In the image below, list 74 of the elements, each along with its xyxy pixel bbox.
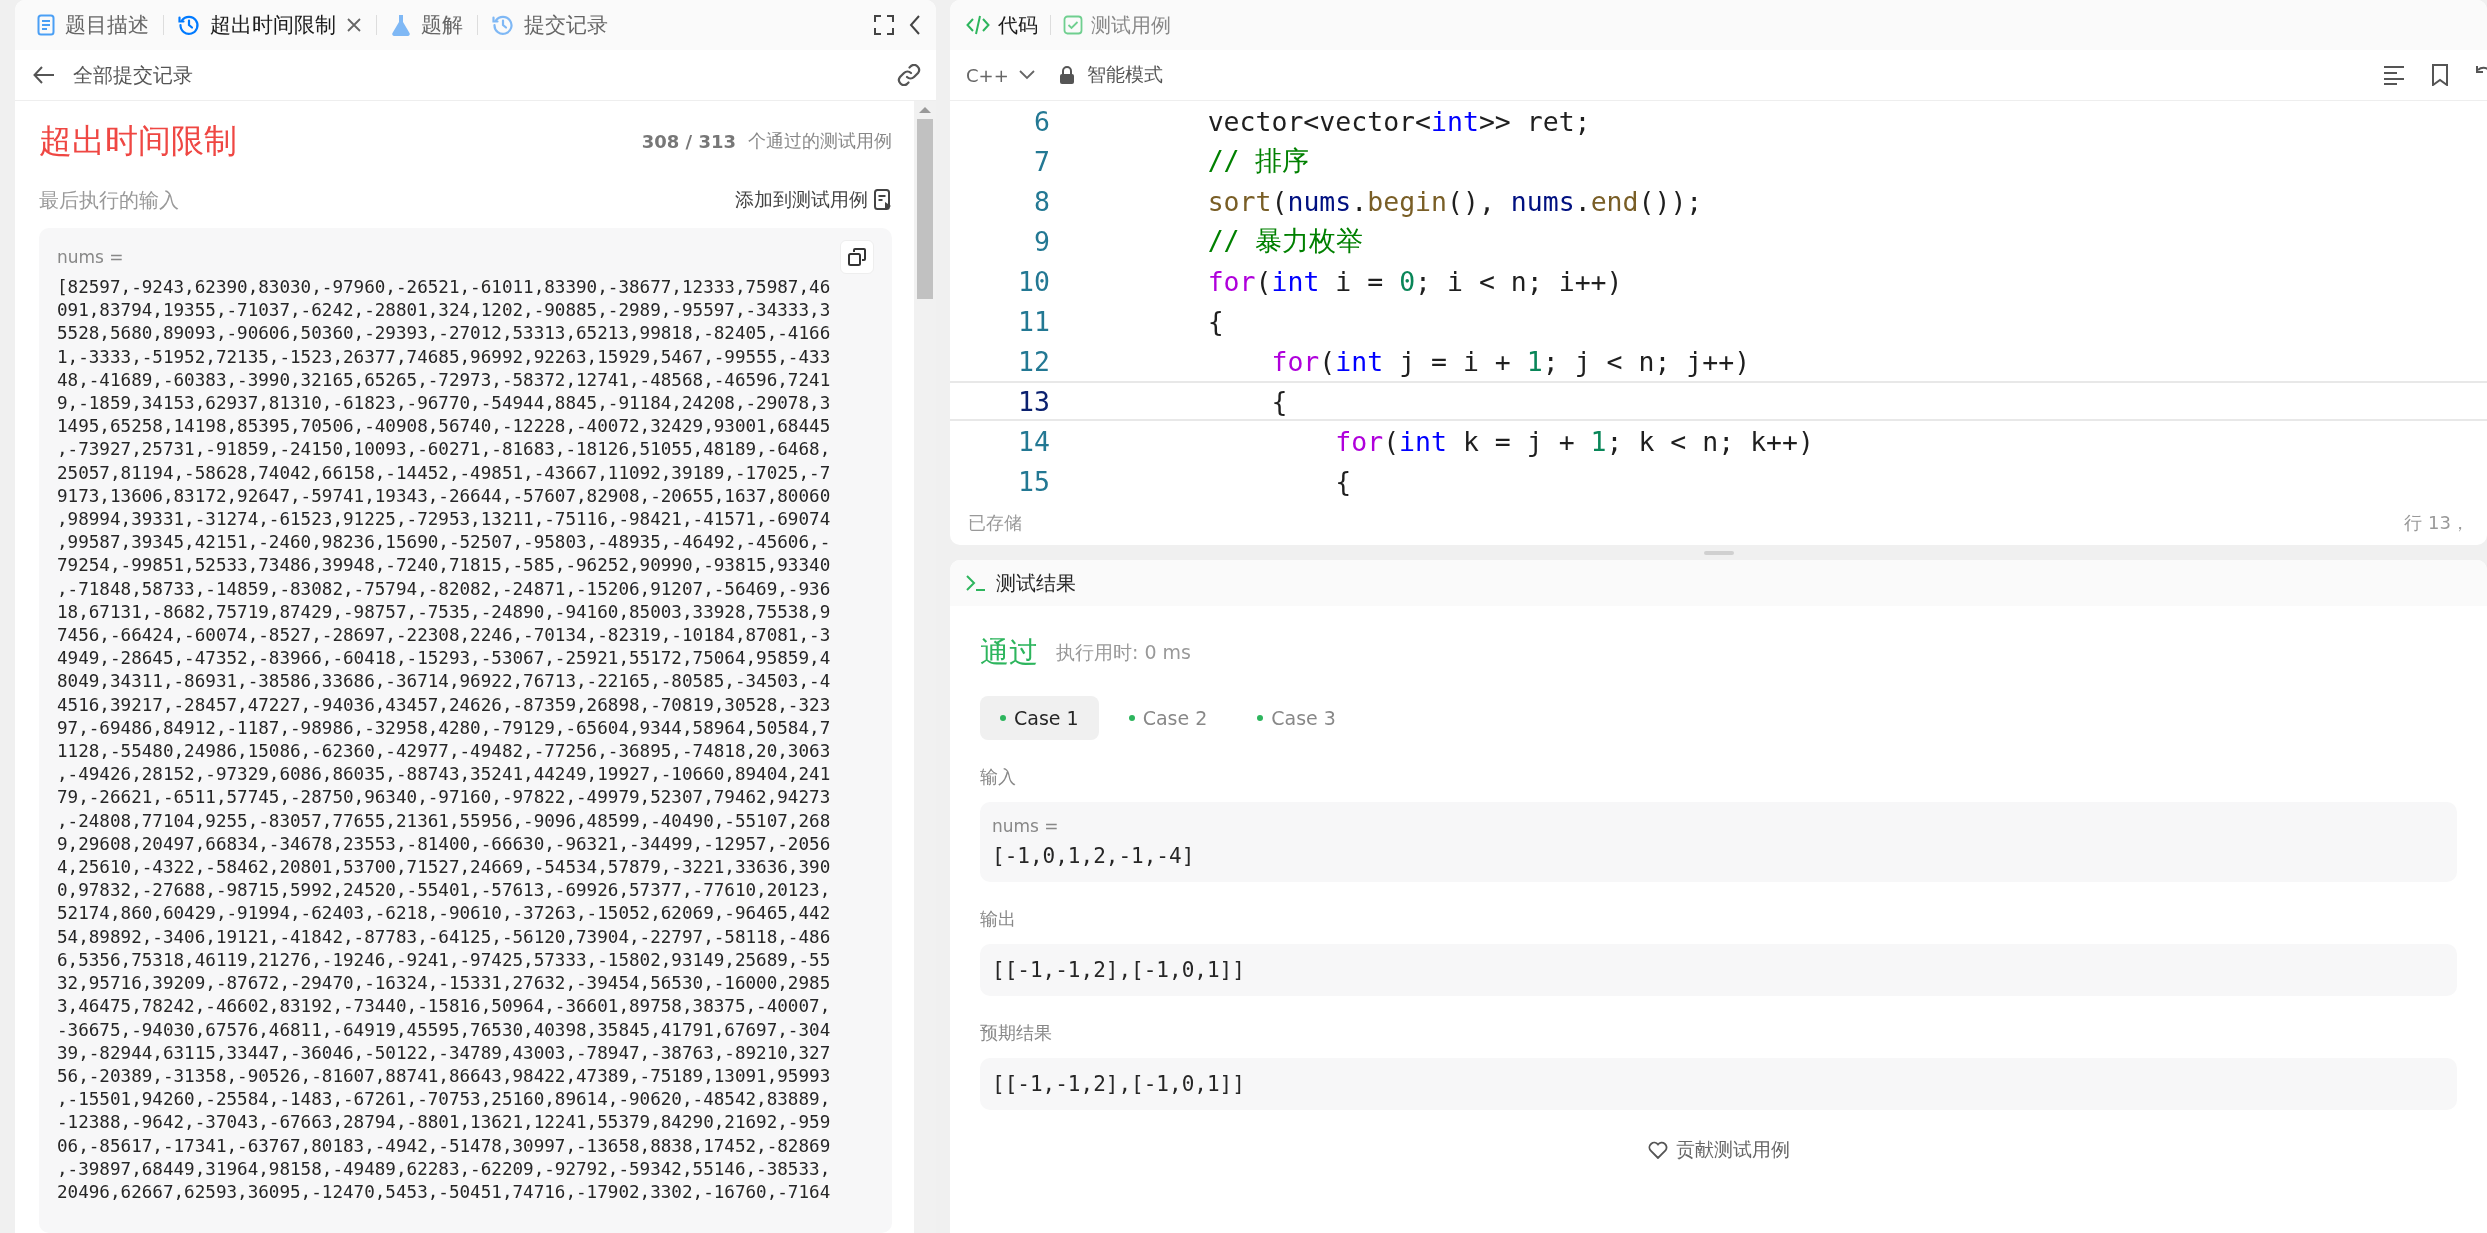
contribute-button[interactable]: 贡献测试用例 xyxy=(1641,1136,1796,1164)
save-status: 已存储 xyxy=(968,511,1022,535)
last-input-label: 最后执行的输入 xyxy=(39,186,179,214)
tab[interactable]: 测试用例 xyxy=(1063,11,1171,39)
terminal-icon xyxy=(966,574,986,592)
section-label: 输出 xyxy=(980,907,1017,931)
tab[interactable]: 提交记录 xyxy=(492,11,608,39)
code-line: { xyxy=(1334,465,1352,497)
value-text: [-1,0,1,2,-1,-4] xyxy=(992,844,1196,868)
passed-label: 个通过的测试用例 xyxy=(748,129,892,153)
lock-icon xyxy=(1058,65,1075,85)
panel-title: 测试结果 xyxy=(996,569,1076,597)
copy-button[interactable] xyxy=(840,240,874,274)
case-tab[interactable]: Case 1 xyxy=(980,696,1099,740)
line-number: 15 xyxy=(1017,465,1051,497)
variable-name: nums = xyxy=(57,247,124,267)
link-icon[interactable] xyxy=(896,64,922,86)
code-line: sort(nums.begin(), nums.end()); xyxy=(1206,185,1703,217)
document-icon xyxy=(37,14,55,36)
variable-name: nums = xyxy=(992,816,1060,836)
history-icon xyxy=(178,14,200,36)
heart-icon xyxy=(1647,1141,1668,1159)
tab[interactable]: 题解 xyxy=(391,11,463,39)
runtime: 执行用时: 0 ms xyxy=(1056,640,1191,665)
history-icon xyxy=(492,14,514,36)
add-to-tests-button[interactable]: 添加到测试用例 xyxy=(735,187,892,213)
case-tab[interactable]: Case 3 xyxy=(1237,696,1356,740)
value-text: [[-1,-1,2],[-1,0,1]] xyxy=(992,958,1246,982)
line-number: 12 xyxy=(1017,345,1051,377)
language-select[interactable]: C++ xyxy=(966,64,1035,86)
code-line: for(int i = 0; i < n; i++) xyxy=(1206,265,1623,297)
format-icon[interactable] xyxy=(2383,65,2405,85)
code-line: for(int j = i + 1; j < n; j++) xyxy=(1270,345,1751,377)
code-line: // 排序 xyxy=(1206,144,1310,178)
scrollbar[interactable] xyxy=(914,101,936,1233)
line-number: 6 xyxy=(1033,105,1051,137)
line-number: 14 xyxy=(1017,425,1051,457)
result-status: 超出时间限制 xyxy=(39,119,237,162)
code-line: for(int k = j + 1; k < n; k++) xyxy=(1334,425,1814,457)
line-number: 13 xyxy=(1017,385,1051,417)
close-icon[interactable] xyxy=(346,17,362,33)
line-number: 9 xyxy=(1033,225,1051,257)
value-text: [[-1,-1,2],[-1,0,1]] xyxy=(992,1072,1246,1096)
line-number: 11 xyxy=(1017,305,1051,337)
mode-label: 智能模式 xyxy=(1086,62,1163,87)
code-icon xyxy=(966,15,990,35)
copy-icon xyxy=(848,248,866,266)
tab[interactable]: 代码 xyxy=(966,11,1038,39)
case-tab[interactable]: Case 2 xyxy=(1108,696,1228,740)
checkbox-icon xyxy=(1063,15,1083,35)
bookmark-icon[interactable] xyxy=(2431,64,2449,86)
flask-icon xyxy=(391,14,411,36)
back-arrow-icon[interactable] xyxy=(33,66,55,84)
fullscreen-icon[interactable] xyxy=(874,15,894,35)
tab[interactable]: 超出时间限制 xyxy=(178,11,362,39)
cursor-position: 行 13， xyxy=(2404,511,2469,535)
line-number: 8 xyxy=(1033,185,1051,217)
chevron-left-icon[interactable] xyxy=(908,14,922,36)
code-line: { xyxy=(1270,385,1288,417)
resize-handle[interactable] xyxy=(1703,550,1734,555)
code-line: vector<vector<int>> ret; xyxy=(1206,105,1591,137)
document-play-icon xyxy=(874,189,892,211)
back-link[interactable]: 全部提交记录 xyxy=(73,61,193,89)
code-line: // 暴力枚举 xyxy=(1206,224,1364,258)
line-number: 7 xyxy=(1033,145,1051,177)
line-number: 10 xyxy=(1017,265,1051,297)
chevron-down-icon xyxy=(1018,70,1035,80)
passed-count: 308 / 313 xyxy=(641,130,736,152)
section-label: 输入 xyxy=(980,765,1017,789)
input-value: [82597,-9243,62390,83030,-97960,-26521,-61011,83390,-38677,12333,75987,46091,83794,19355,-71037,-6242,-28801,324,1202,-90885,-2989,-95597,-34333,35528,5680,89093,-90606,50360,-29393,-27012,53313,65213,99818,-82405,-41661,-3333,-51952,72135,-1523,26377,74685,96992,92263,15929,5467,-99555,-43348,-41689,-60383,-3990,32165,65265,-72973,-58372,12741,-48568,-46596,72419,-1859,34153,62937,81310,-61823,-96770,-54944,8845,-91184,24208,-29078,31495,65258,14198,85395,70506,-40908,56740,-12228,-40072,32429,93001,68445,-73927,25731,-91859,-24150,10093,-60271,-81683,-18126,51055,48189,-6468,25057,81194,-58628,74042,66158,-14452,-49851,-43667,11092,39189,-17025,-79173,13606,83172,92647,-59741,19343,-26644,-57607,82908,-20655,1637,80060,98994,39331,-31274,-61523,91225,-72953,13211,-75116,-98421,-41571,-69074,99587,39345,42151,-2460,98236,15690,-52507,-95803,-48935,-46492,-45606,-79254,-99851,52533,73486,39948,-7240,71815,-585,-96252,90990,-93815,93340,-71848,58733,-14859,-83082,-75794,-82082,-24871,-15206,91207,-56469,-93618,67131,-8682,75719,87429,-98757,-7535,-24890,-94160,85003,33928,75538,97456,-66424,-60074,-8527,-28697,-22308,2246,-70134,-82319,-10184,87081,-34949,-28645,-47352,-83966,-60418,-15293,-53067,-25921,55172,75064,95859,48049,34311,-86931,-38586,33686,-36714,96922,76713,-22165,-80585,-34503,-44516,39217,-28457,47227,-94036,43457,24626,-87359,26898,-70819,30528,-32397,-69486,84912,-1187,-98986,-32958,4280,-79129,-65604,9344,58964,50584,71128,-55480,24986,15086,-62360,-42977,-49482,-77256,-36895,-74818,20,3063,-49426,28152,-97329,6086,86035,-88743,35241,44249,19927,-10660,89404,24179,-26621,-6511,57745,-28750,96340,-97160,-97822,-49979,52307,79462,94273,-24808,77104,9255,-83057,77655,21361,55956,-9096,48599,-40490,-55107,2689,29608,20497,66834,-34678,23553,-81400,-66630,-96321,-34499,-12957,-20564,25610,-4322,-58462,20801,53700,71527,24669,-54534,57879,-3221,33636,3900,97832,-27688,-98715,5992,24520,-55401,-57613,-69926,57377,-77610,20123,52174,860,60429,-91994,-62403,-6218,-90610,-37263,-15052,62069,-96465,44254,89892,-3406,19121,-41842,-87783,-64125,-56120,73904,-22797,-58118,-4866,5356,75318,46119,21276,-19246,-9241,-97425,57333,-15802,93149,25689,-5532,95716,39209,-87672,-29470,-16324,-15331,27632,-39454,56530,-16000,29853,46475,78242,-46602,83192,-73440,-15816,50964,-36601,89758,38375,-40007,-36675,-94030,67576,46811,-64919,45595,76530,40398,35845,41791,67697,-30439,-82944,63115,33447,-36046,-50122,-34789,43003,-78947,-38763,-89210,32756,-20389,-31358,-90526,-81607,88741,86643,98422,47389,-75189,13091,95993,-15501,94260,-25584,-1483,-67261,-70753,25160,89614,-90620,-48542,83889,-12388,-9642,-37043,-67663,28794,-8801,13621,12241,55379,84290,21692,-95906,-85617,-17341,-63767,80183,-4942,-51478,30997,-13658,8838,17452,-82869,-39897,68449,31964,98158,-49489,62283,-62209,-92792,-59342,55146,-38533,20496,62667,62593,36095,-12470,5453,-50451,74716,-17902,3302,-16760,-7164 xyxy=(57,276,832,1204)
tab[interactable]: 题目描述 xyxy=(37,11,149,39)
section-label: 预期结果 xyxy=(980,1021,1053,1045)
code-line: { xyxy=(1206,305,1224,337)
verdict: 通过 xyxy=(980,634,1038,671)
